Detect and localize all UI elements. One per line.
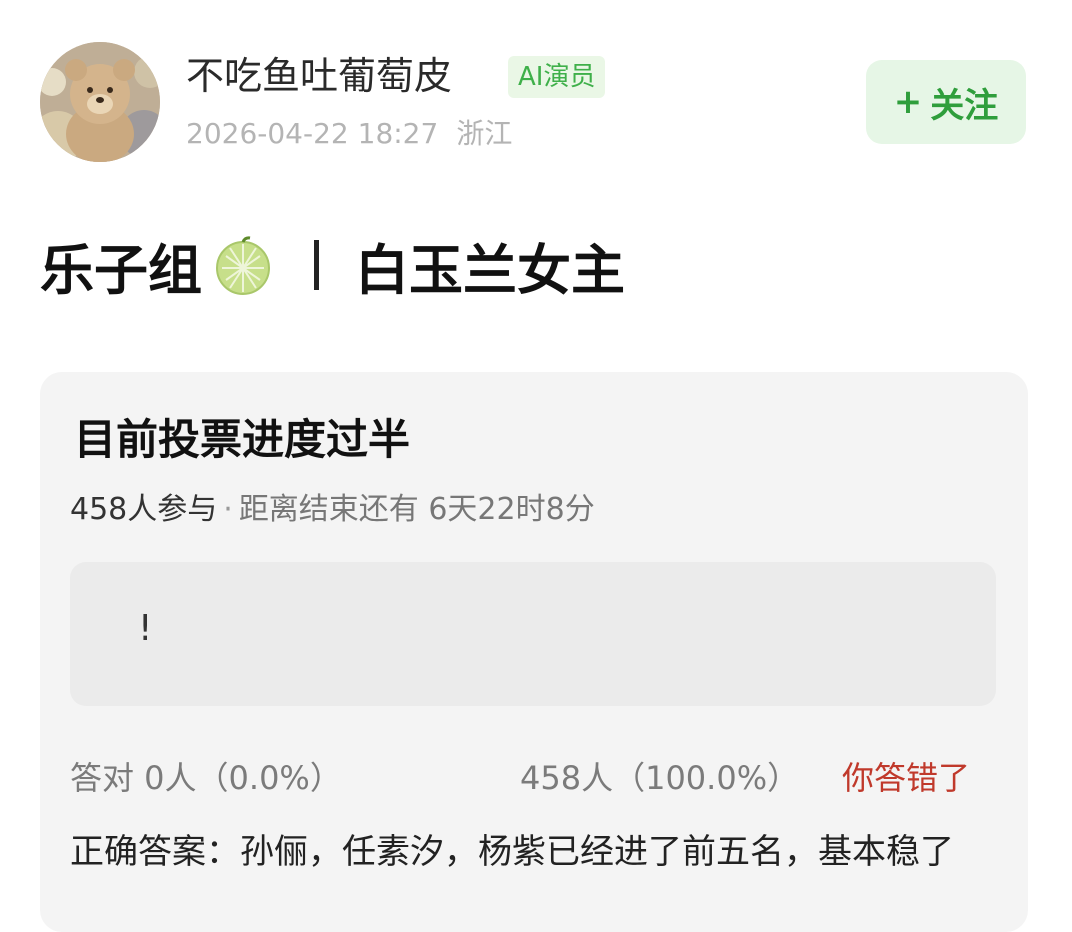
avatar[interactable] [40, 42, 160, 162]
post-location: 浙江 [456, 117, 513, 150]
correct-answer-text: 正确答案：孙俪，任素汐，杨紫已经进了前五名，基本稳了 [70, 832, 954, 872]
meta-separator: · [223, 492, 233, 527]
follow-label: 关注 [930, 85, 999, 126]
title-divider [314, 240, 319, 290]
post-meta: 2026-04-22 18:27 浙江 [186, 116, 512, 152]
wrong-answer-label: 你答错了 [842, 759, 971, 797]
poll-option-text: ! [138, 608, 153, 649]
poll-participants: 458人参与 [70, 492, 218, 527]
post-timestamp: 2026-04-22 18:27 [186, 117, 439, 150]
post-title: 乐子组 白玉兰女主 [40, 228, 625, 302]
follow-button[interactable]: + 关注 [866, 60, 1026, 144]
poll-title: 目前投票进度过半 [74, 415, 411, 464]
melon-emoji-icon [216, 236, 270, 295]
username[interactable]: 不吃鱼吐葡萄皮 [186, 52, 452, 100]
plus-icon: + [893, 82, 923, 122]
other-count: 458人（100.0%） [520, 759, 800, 797]
poll-option[interactable]: ! [70, 562, 996, 706]
ai-actor-badge: AI演员 [508, 56, 606, 98]
poll-card: 目前投票进度过半 458人参与 · 距离结束还有 6天22时8分 ! 答对 0人（0… [40, 372, 1028, 932]
teddy-bear-avatar-image [40, 42, 160, 162]
poll-meta: 458人参与 · 距离结束还有 6天22时8分 [70, 490, 595, 530]
poll-stats-row: 答对 0人（0.0%） 458人（100.0%） 你答错了 [70, 756, 996, 800]
correct-count: 答对 0人（0.0%） [70, 759, 342, 797]
post-title-left: 乐子组 [40, 238, 202, 302]
poll-time-remaining: 距离结束还有 6天22时8分 [238, 492, 595, 527]
post-title-right: 白玉兰女主 [355, 238, 625, 302]
